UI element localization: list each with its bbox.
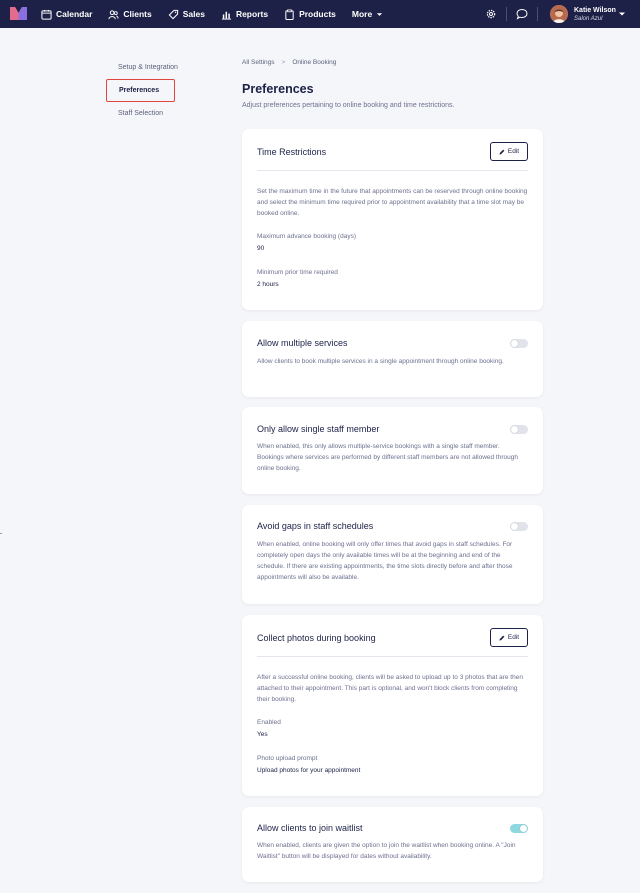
toggle-knob: [520, 824, 527, 832]
photos-enabled-label: Enabled: [257, 719, 281, 726]
users-icon: [108, 9, 119, 19]
card-header: Only allow single staff member: [257, 424, 528, 434]
salon-name: Salon Azul: [574, 16, 603, 22]
top-nav-bar: Calendar Clients Sales Reports Products …: [0, 0, 640, 28]
nav-calendar-label: Calendar: [56, 9, 93, 19]
single-staff-card: Only allow single staff member When enab…: [242, 407, 543, 494]
chevron-down-icon: [377, 12, 383, 16]
calendar-icon: [41, 9, 52, 20]
page-title: Preferences: [242, 82, 314, 96]
main-content: All Settings > Online Booking Preference…: [242, 56, 543, 110]
main-nav: Calendar Clients Sales Reports Products …: [41, 0, 399, 28]
user-menu-chevron-icon[interactable]: [618, 10, 626, 18]
nav-clients-label: Clients: [123, 9, 152, 19]
photo-prompt-label: Photo upload prompt: [257, 755, 318, 762]
card-title: Time Restrictions: [257, 146, 327, 157]
card-title: Collect photos during booking: [257, 632, 376, 643]
topbar-actions: [485, 0, 547, 28]
min-prior-time-value: 2 hours: [257, 281, 279, 288]
gear-icon[interactable]: [485, 8, 497, 20]
subnav-setup-integration[interactable]: Setup & Integration: [106, 56, 226, 79]
page-subtitle: Adjust preferences pertaining to online …: [242, 102, 455, 109]
app-logo[interactable]: [10, 6, 27, 21]
settings-subnav: Setup & Integration Preferences Staff Se…: [106, 56, 226, 125]
card-divider: [257, 170, 528, 171]
user-photo: [550, 5, 568, 23]
nav-products[interactable]: Products: [284, 0, 336, 28]
max-advance-booking-label: Maximum advance booking (days): [257, 233, 356, 240]
toggle-knob: [511, 339, 518, 347]
multiple-services-toggle[interactable]: [510, 338, 528, 348]
nav-sales[interactable]: Sales: [168, 0, 205, 28]
toggle-knob: [511, 425, 518, 433]
subnav-preferences[interactable]: Preferences: [106, 79, 175, 102]
card-description: When enabled, online booking will only o…: [257, 541, 513, 581]
card-title: Avoid gaps in staff schedules: [257, 521, 374, 531]
topbar-divider: [506, 7, 507, 21]
chat-icon[interactable]: [516, 8, 528, 20]
nav-calendar[interactable]: Calendar: [41, 0, 92, 28]
card-header: Avoid gaps in staff schedules: [257, 521, 528, 531]
photo-prompt-value: Upload photos for your appointment: [257, 767, 361, 774]
single-staff-toggle[interactable]: [510, 424, 528, 434]
breadcrumb-separator: >: [281, 58, 286, 66]
avatar[interactable]: [550, 5, 568, 23]
edit-collect-photos-button[interactable]: Edit: [490, 628, 528, 647]
card-title: Allow multiple services: [257, 338, 348, 348]
card-description: Allow clients to book multiple services …: [257, 358, 504, 365]
card-header: Allow multiple services: [257, 338, 528, 348]
card-header: Time Restrictions Edit: [257, 129, 528, 170]
card-description: Set the maximum time in the future that …: [257, 188, 528, 217]
clipboard-icon: [285, 9, 294, 20]
card-description: When enabled, clients are given the opti…: [257, 842, 516, 860]
tag-icon: [168, 9, 178, 19]
card-description: When enabled, this only allows multiple-…: [257, 443, 518, 472]
subnav-item-label: Preferences: [119, 87, 160, 94]
nav-reports[interactable]: Reports: [221, 0, 268, 28]
card-title: Only allow single staff member: [257, 424, 380, 434]
subnav-item-label: Staff Selection: [118, 110, 164, 117]
pencil-icon: [499, 149, 505, 154]
card-description: After a successful online booking, clien…: [257, 674, 523, 703]
card-divider: [257, 656, 528, 657]
user-name: Katie Wilson: [574, 7, 616, 14]
edit-time-restrictions-button[interactable]: Edit: [490, 142, 528, 161]
card-header: Allow clients to join waitlist: [257, 823, 528, 833]
min-prior-time-label: Minimum prior time required: [257, 269, 338, 276]
multiple-services-card: Allow multiple services Allow clients to…: [242, 321, 543, 397]
user-info[interactable]: Katie Wilson Salon Azul: [574, 7, 616, 23]
nav-products-label: Products: [299, 9, 336, 19]
avoid-gaps-toggle[interactable]: [510, 521, 528, 531]
nav-more[interactable]: More: [352, 0, 383, 28]
card-title: Allow clients to join waitlist: [257, 823, 363, 833]
nav-clients[interactable]: Clients: [108, 0, 152, 28]
subnav-item-label: Setup & Integration: [118, 64, 178, 71]
breadcrumb: All Settings > Online Booking: [242, 56, 543, 68]
pencil-icon: [499, 635, 505, 640]
nav-more-label: More: [351, 9, 373, 19]
edit-button-label: Edit: [507, 634, 520, 641]
edit-button-label: Edit: [507, 148, 520, 155]
waitlist-card: Allow clients to join waitlist When enab…: [242, 807, 543, 882]
avoid-gaps-card: Avoid gaps in staff schedules When enabl…: [242, 505, 543, 604]
time-restrictions-card: Time Restrictions Edit Set the maximum t…: [242, 129, 543, 310]
chart-icon: [221, 11, 232, 20]
photos-enabled-value: Yes: [257, 731, 268, 738]
edge-mark: [0, 533, 2, 534]
card-header: Collect photos during booking Edit: [257, 615, 528, 656]
collect-photos-card: Collect photos during booking Edit After…: [242, 615, 543, 796]
breadcrumb-current: Online Booking: [292, 58, 337, 66]
breadcrumb-all-settings[interactable]: All Settings: [242, 59, 275, 66]
nav-reports-label: Reports: [235, 9, 269, 19]
topbar-divider: [537, 7, 538, 21]
toggle-knob: [511, 522, 518, 530]
nav-sales-label: Sales: [182, 9, 205, 19]
max-advance-booking-value: 90: [257, 245, 265, 252]
waitlist-toggle[interactable]: [510, 823, 528, 833]
subnav-staff-selection[interactable]: Staff Selection: [106, 102, 226, 125]
